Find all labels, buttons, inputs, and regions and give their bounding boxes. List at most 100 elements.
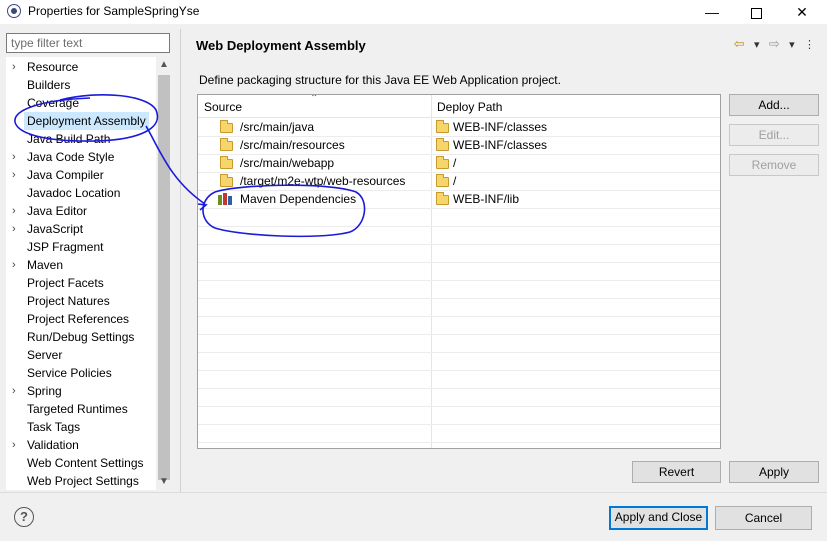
tree-item[interactable]: › Resource xyxy=(6,58,156,76)
pane-divider[interactable] xyxy=(180,29,181,492)
minimize-button[interactable]: — xyxy=(690,0,734,24)
folder-icon xyxy=(220,174,233,187)
tree-item-label: Server xyxy=(27,348,63,362)
tree-item[interactable]: › Maven xyxy=(6,256,156,274)
tree-item[interactable]: Run/Debug Settings xyxy=(6,328,156,346)
tree-item-label: Targeted Runtimes xyxy=(27,402,128,416)
help-icon[interactable]: ? xyxy=(14,507,34,527)
table-row xyxy=(198,424,720,443)
tree-item[interactable]: Targeted Runtimes xyxy=(6,400,156,418)
chevron-right-icon[interactable]: › xyxy=(12,148,22,166)
tree-item-label: Resource xyxy=(27,60,79,74)
chevron-right-icon[interactable]: › xyxy=(12,58,22,76)
tree-item-label: Deployment Assembly xyxy=(24,112,149,130)
tree-item[interactable]: JSP Fragment xyxy=(6,238,156,256)
tree-item[interactable]: › Java Compiler xyxy=(6,166,156,184)
tree-item-label: Web Project Settings xyxy=(27,474,139,488)
table-row[interactable]: Maven Dependencies WEB-INF/lib xyxy=(198,190,720,209)
chevron-right-icon[interactable]: › xyxy=(12,436,22,454)
tree-item[interactable]: › Java Editor xyxy=(6,202,156,220)
tree-item-label: Coverage xyxy=(27,96,80,110)
folder-icon xyxy=(436,138,449,151)
sort-up-icon: ⌃ xyxy=(310,94,319,104)
folder-icon xyxy=(220,138,233,151)
filter-input[interactable] xyxy=(6,33,170,53)
tree-item-label: Maven xyxy=(27,258,64,272)
tree-item-label: Builders xyxy=(27,78,71,92)
forward-dropdown-icon[interactable]: ▾ xyxy=(789,38,795,51)
maximize-button[interactable] xyxy=(734,0,778,24)
deployment-table: ⌃ Source Deploy Path /src/main/java WEB-I… xyxy=(197,94,721,449)
scroll-up-icon[interactable]: ▲ xyxy=(156,57,172,73)
chevron-right-icon[interactable]: › xyxy=(12,220,22,238)
remove-button[interactable]: Remove xyxy=(729,154,819,176)
tree-item-label: JSP Fragment xyxy=(27,240,104,254)
tree-item[interactable]: Server xyxy=(6,346,156,364)
table-row xyxy=(198,388,720,407)
deploy-path-cell: WEB-INF/classes xyxy=(453,138,548,152)
add-button[interactable]: Add... xyxy=(729,94,819,116)
table-row xyxy=(198,262,720,281)
chevron-right-icon[interactable]: › xyxy=(12,202,22,220)
tree-item[interactable]: Java Build Path xyxy=(6,130,156,148)
tree-item-label: JavaScript xyxy=(27,222,84,236)
scroll-down-icon[interactable]: ▼ xyxy=(156,474,172,490)
apply-and-close-button[interactable]: Apply and Close xyxy=(609,506,708,530)
tree-item-label: Javadoc Location xyxy=(27,186,121,200)
tree-item[interactable]: Project Facets xyxy=(6,274,156,292)
scroll-thumb[interactable] xyxy=(158,75,170,480)
tree-item[interactable]: › Spring xyxy=(6,382,156,400)
deploy-path-cell: / xyxy=(453,174,457,188)
tree-item[interactable]: Task Tags xyxy=(6,418,156,436)
folder-icon xyxy=(220,156,233,169)
tree-item[interactable]: › Validation xyxy=(6,436,156,454)
tree-item-label: Spring xyxy=(27,384,62,398)
tree-item[interactable]: Deployment Assembly xyxy=(6,112,156,130)
apply-button[interactable]: Apply xyxy=(729,461,819,483)
forward-arrow-icon[interactable]: ⇨ xyxy=(769,36,780,52)
view-menu-icon[interactable]: ⋮ xyxy=(804,38,815,51)
tree-scrollbar[interactable]: ▲ ▼ xyxy=(156,57,172,490)
folder-icon xyxy=(436,120,449,133)
table-row[interactable]: /target/m2e-wtp/web-resources / xyxy=(198,172,720,191)
tree-item[interactable]: Project Natures xyxy=(6,292,156,310)
edit-button[interactable]: Edit... xyxy=(729,124,819,146)
table-row[interactable]: /src/main/webapp / xyxy=(198,154,720,173)
tree-item[interactable]: Web Content Settings xyxy=(6,454,156,472)
table-row[interactable]: /src/main/resources WEB-INF/classes xyxy=(198,136,720,155)
tree-item[interactable]: › Java Code Style xyxy=(6,148,156,166)
chevron-right-icon[interactable]: › xyxy=(12,256,22,274)
table-row xyxy=(198,244,720,263)
back-arrow-icon[interactable]: ⇦ xyxy=(734,36,745,52)
tree-item[interactable]: Javadoc Location xyxy=(6,184,156,202)
cancel-button[interactable]: Cancel xyxy=(715,506,812,530)
close-button[interactable]: ✕ xyxy=(780,0,824,24)
back-dropdown-icon[interactable]: ▾ xyxy=(754,38,760,51)
table-row xyxy=(198,370,720,389)
source-cell: Maven Dependencies xyxy=(240,192,357,206)
tree-item-label: Task Tags xyxy=(27,420,81,434)
tree-item[interactable]: Builders xyxy=(6,76,156,94)
table-header: ⌃ Source Deploy Path xyxy=(198,95,720,118)
chevron-right-icon[interactable]: › xyxy=(12,382,22,400)
page-nav: ⇦ ▾ ⇨ ▾ ⋮ xyxy=(728,36,815,54)
maximize-icon xyxy=(750,7,762,19)
tree-item[interactable]: Coverage xyxy=(6,94,156,112)
column-deploy-path[interactable]: Deploy Path xyxy=(437,100,502,114)
folder-icon xyxy=(436,192,449,205)
tree-item-label: Project Facets xyxy=(27,276,104,290)
tree-item-label: Service Policies xyxy=(27,366,112,380)
tree-item[interactable]: Web Project Settings xyxy=(6,472,156,490)
tree-item-label: Java Code Style xyxy=(27,150,115,164)
tree-item[interactable]: Service Policies xyxy=(6,364,156,382)
source-cell: /src/main/resources xyxy=(240,138,345,152)
revert-button[interactable]: Revert xyxy=(632,461,721,483)
column-source[interactable]: Source xyxy=(204,100,242,114)
table-row xyxy=(198,280,720,299)
chevron-right-icon[interactable]: › xyxy=(12,166,22,184)
bottom-separator xyxy=(0,492,827,493)
tree-item[interactable]: › JavaScript xyxy=(6,220,156,238)
table-row xyxy=(198,334,720,353)
table-row[interactable]: /src/main/java WEB-INF/classes xyxy=(198,118,720,137)
tree-item[interactable]: Project References xyxy=(6,310,156,328)
